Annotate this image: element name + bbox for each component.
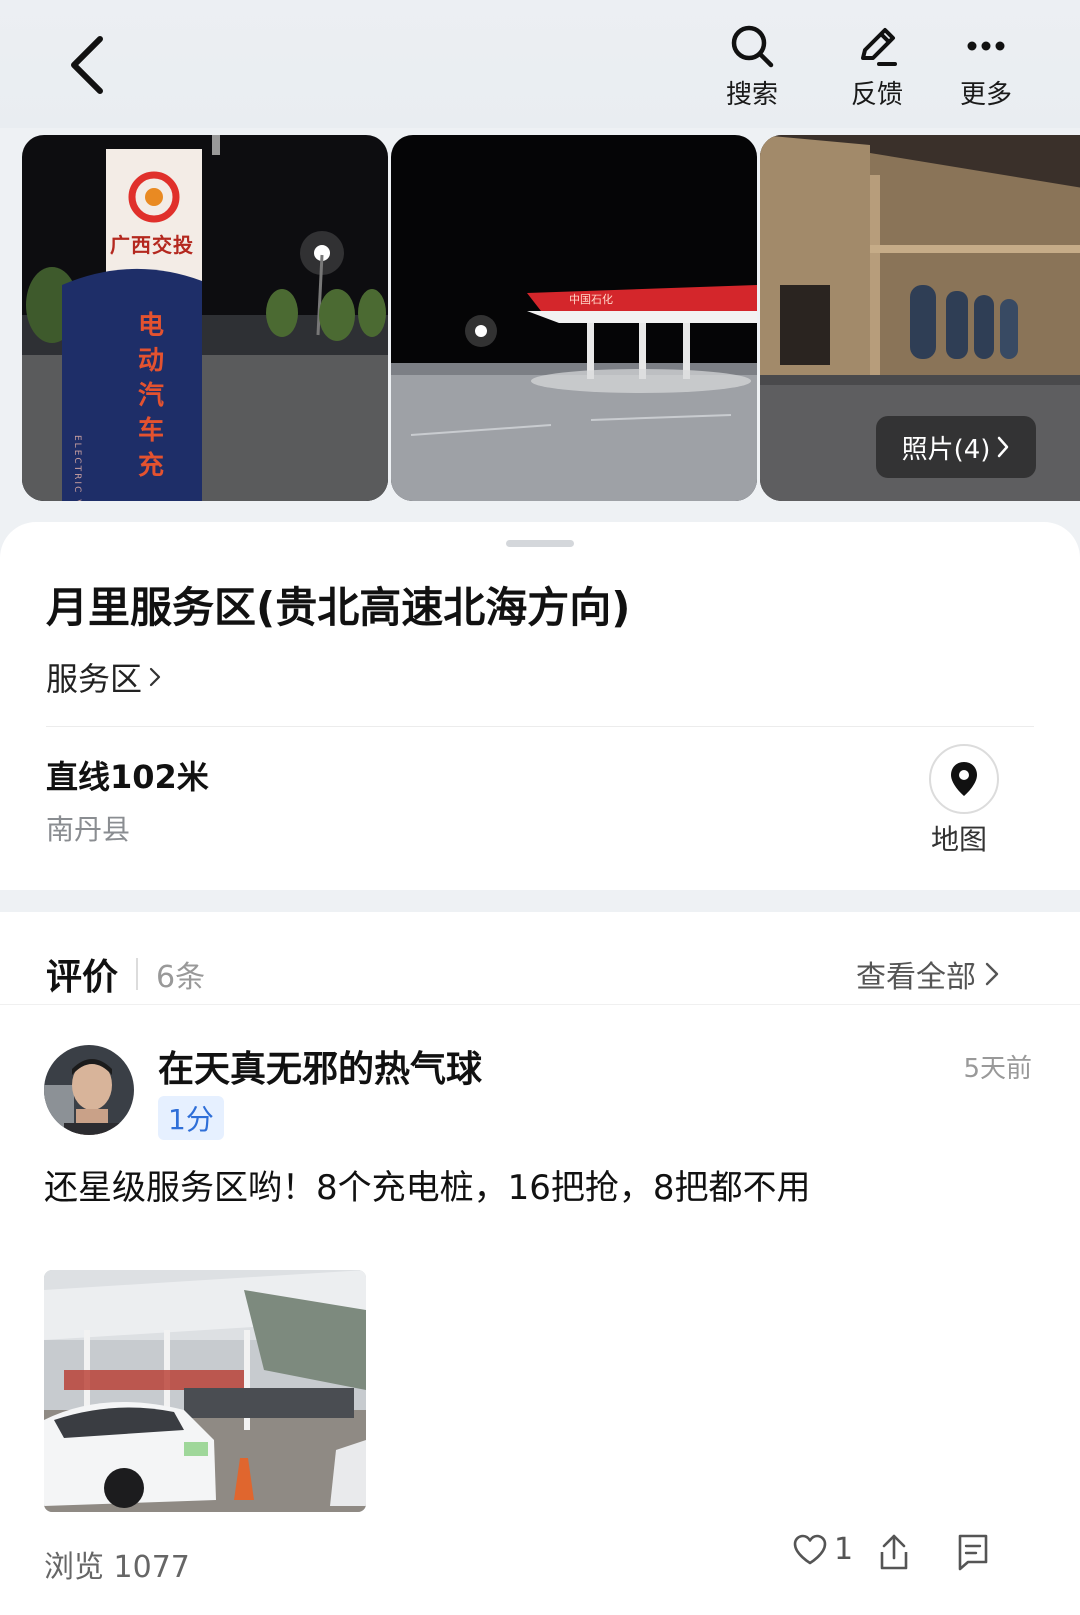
category-label: 服务区 (46, 660, 143, 698)
avatar[interactable] (44, 1045, 134, 1135)
review-text: 还星级服务区哟！8个充电桩，16把抢，8把都不用 (44, 1168, 811, 1208)
photo-ev-sign[interactable]: 广西交投 电动汽车充 ELECTRIC VEHICLE CHARGING (22, 135, 388, 501)
reviews-count: 6条 (156, 960, 206, 995)
like-count: 1 (834, 1532, 854, 1567)
reviews-title: 评价 (46, 957, 119, 998)
divider (0, 1004, 1080, 1005)
search-icon (731, 25, 774, 68)
comment-button[interactable] (956, 1532, 990, 1572)
reviews-header: 评价 6条 (46, 948, 205, 1000)
more-label: 更多 (959, 80, 1012, 110)
chevron-right-icon (998, 436, 1009, 458)
more-button[interactable]: 更多 (938, 22, 1034, 112)
reviewer-name[interactable]: 在天真无邪的热气球 (158, 1040, 482, 1092)
feedback-label: 反馈 (850, 80, 903, 110)
share-icon (880, 1534, 908, 1570)
photos-count-label: 照片(4) (901, 434, 991, 465)
sign-vertical-text: 电动汽车充 (138, 311, 165, 481)
feedback-button[interactable]: 反馈 (829, 22, 925, 112)
review-photo[interactable] (44, 1270, 366, 1512)
header-separator (136, 958, 139, 990)
view-all-reviews-button[interactable]: 查看全部 (856, 952, 1000, 996)
views-count: 浏览 1077 (44, 1550, 190, 1585)
edit-icon (861, 28, 897, 66)
share-button[interactable] (876, 1532, 912, 1572)
sign-english-text: ELECTRIC VEHICLE CHARGING (72, 435, 82, 501)
map-button[interactable] (929, 744, 999, 814)
photo-gas-station[interactable]: 中国石化 (391, 135, 757, 501)
top-bar: 搜索 反馈 更多 (0, 0, 1080, 128)
back-button[interactable] (58, 30, 114, 100)
search-label: 搜索 (725, 80, 778, 110)
distance-text: 直线102米 (46, 758, 209, 796)
like-button[interactable]: 1 (792, 1532, 853, 1567)
rating-badge: 1分 (158, 1096, 224, 1140)
more-dots-icon (967, 41, 1005, 51)
location-pin-icon (951, 762, 977, 796)
category-link[interactable]: 服务区 (46, 654, 162, 700)
search-button[interactable]: 搜索 (704, 22, 800, 112)
sign-brand-text: 广西交投 (110, 233, 194, 257)
chevron-right-icon (985, 962, 999, 986)
map-label[interactable]: 地图 (931, 818, 987, 858)
reviews-section: 评价 6条 查看全部 在天真无邪的热气球 1分 5天前 还星级服务区哟！8个充电… (0, 912, 1080, 1615)
photos-count-button[interactable]: 照片(4) (876, 416, 1036, 478)
divider (46, 726, 1034, 727)
view-all-label: 查看全部 (856, 960, 976, 995)
county-text: 南丹县 (46, 813, 131, 846)
canopy-text: 中国石化 (569, 293, 613, 306)
place-info-card: 月里服务区(贵北高速北海方向) 服务区 直线102米 南丹县 地图 (0, 522, 1080, 890)
chevron-left-icon (71, 36, 103, 94)
comment-icon (958, 1534, 988, 1571)
heart-icon (793, 1534, 827, 1564)
place-title: 月里服务区(贵北高速北海方向) (46, 583, 631, 632)
drag-handle[interactable] (506, 540, 574, 547)
review-time: 5天前 (963, 1054, 1032, 1084)
chevron-right-icon (149, 667, 161, 687)
